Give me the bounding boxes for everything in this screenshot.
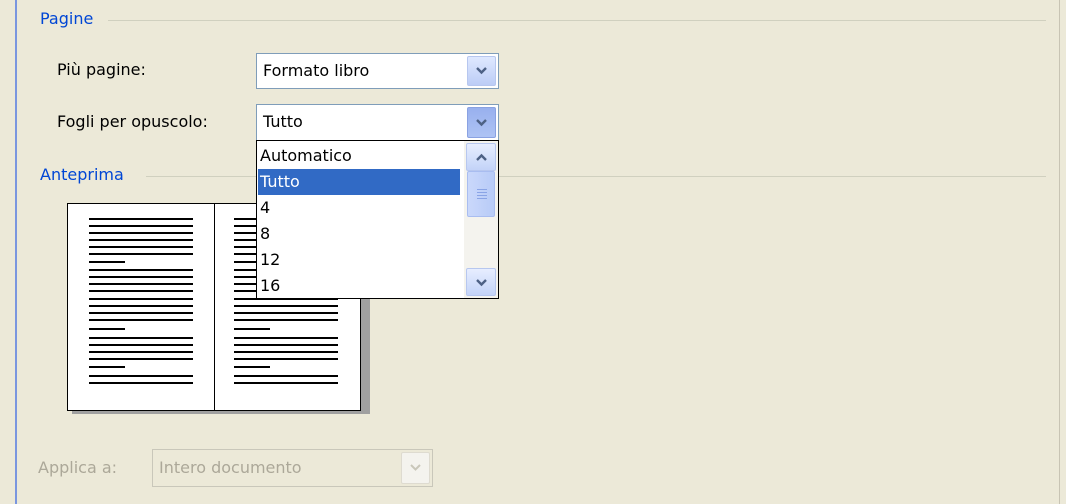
booklet-spine xyxy=(214,204,215,410)
pages-group-title: Pagine xyxy=(38,8,100,30)
sheets-per-booklet-combo[interactable]: Tutto xyxy=(256,104,499,141)
multiple-pages-dropdown-button[interactable] xyxy=(467,56,496,86)
option-4[interactable]: 4 xyxy=(258,195,460,221)
chevron-down-icon xyxy=(410,464,421,471)
dialog-right-border xyxy=(1059,0,1060,504)
pages-group-divider xyxy=(108,20,1046,21)
chevron-down-icon xyxy=(476,279,487,287)
dialog-left-border xyxy=(15,0,17,504)
scroll-thumb[interactable] xyxy=(467,171,495,217)
sheets-per-booklet-label-text: Fogli per opuscolo: xyxy=(57,112,208,131)
option-16[interactable]: 16 xyxy=(258,273,460,299)
chevron-down-icon xyxy=(476,118,487,126)
scroll-up-button[interactable] xyxy=(466,143,496,171)
sheets-per-booklet-dropdown-button[interactable] xyxy=(467,107,496,138)
sheets-per-booklet-label: Fogli per opuscolo: xyxy=(57,110,208,134)
multiple-pages-combo[interactable]: Formato libro xyxy=(256,53,499,89)
apply-to-combo[interactable]: Intero documento xyxy=(152,449,433,487)
option-8[interactable]: 8 xyxy=(258,221,460,247)
apply-to-label: Applica a: xyxy=(38,458,118,477)
listbox-scrollbar[interactable] xyxy=(464,141,498,298)
multiple-pages-value: Formato libro xyxy=(263,61,370,80)
scroll-down-button[interactable] xyxy=(466,268,496,296)
chevron-down-icon xyxy=(476,67,487,75)
sheets-per-booklet-value: Tutto xyxy=(263,112,303,131)
apply-to-dropdown-button[interactable] xyxy=(401,452,430,484)
option-12[interactable]: 12 xyxy=(258,247,460,273)
chevron-up-icon xyxy=(476,153,487,161)
preview-group-title: Anteprima xyxy=(38,164,130,186)
sheets-per-booklet-listbox[interactable]: Automatico Tutto 4 8 12 16 xyxy=(256,140,499,299)
multiple-pages-label: Più pagine: xyxy=(57,58,146,82)
option-tutto[interactable]: Tutto xyxy=(258,169,460,195)
option-automatico[interactable]: Automatico xyxy=(258,143,460,169)
multiple-pages-label-text: Più pagine: xyxy=(57,60,146,79)
apply-to-value: Intero documento xyxy=(159,458,302,477)
